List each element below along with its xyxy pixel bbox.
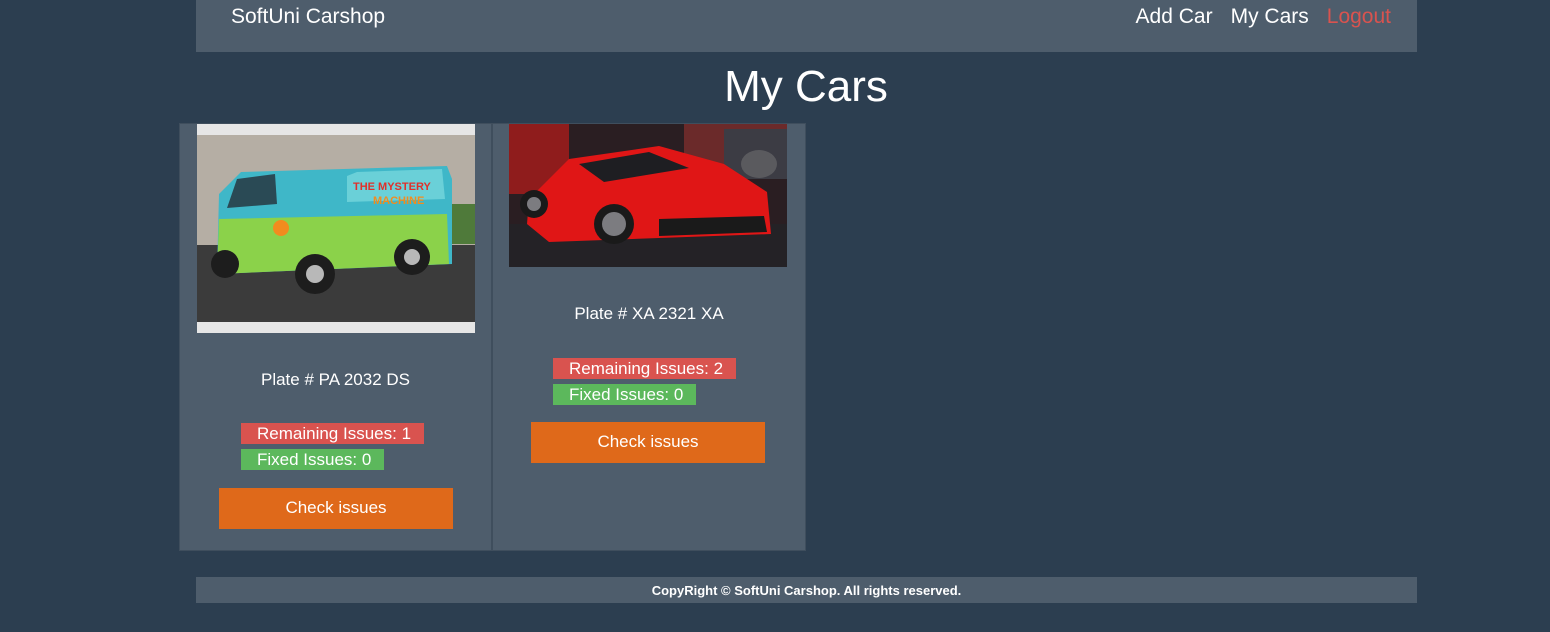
car-plate: Plate # XA 2321 XA xyxy=(574,304,724,323)
fixed-issues-badge: Fixed Issues: 0 xyxy=(241,449,384,470)
remaining-issues-badge: Remaining Issues: 1 xyxy=(241,423,424,444)
car-cards: THE MYSTERY MACHINE Plate # PA 2032 DS R… xyxy=(179,123,806,551)
nav-logout-link[interactable]: Logout xyxy=(1327,5,1391,29)
red-sportscar-photo-icon xyxy=(509,124,787,267)
nav-links: Add Car My Cars Logout xyxy=(1118,5,1391,29)
car-card: Plate # XA 2321 XA Remaining Issues: 2 F… xyxy=(492,123,806,551)
remaining-issues-badge: Remaining Issues: 2 xyxy=(553,358,736,379)
check-issues-button[interactable]: Check issues xyxy=(219,488,453,529)
navbar: SoftUni Carshop Add Car My Cars Logout xyxy=(196,0,1417,52)
nav-add-car-link[interactable]: Add Car xyxy=(1136,5,1213,29)
car-card: THE MYSTERY MACHINE Plate # PA 2032 DS R… xyxy=(179,123,492,551)
fixed-issues-badge: Fixed Issues: 0 xyxy=(553,384,696,405)
footer: CopyRight © SoftUni Carshop. All rights … xyxy=(196,577,1417,603)
page-title: My Cars xyxy=(724,62,888,111)
nav-my-cars-link[interactable]: My Cars xyxy=(1231,5,1309,29)
svg-text:MACHINE: MACHINE xyxy=(373,195,424,207)
brand-link[interactable]: SoftUni Carshop xyxy=(231,5,385,29)
svg-text:THE MYSTERY: THE MYSTERY xyxy=(353,181,431,193)
car-plate: Plate # PA 2032 DS xyxy=(260,370,410,389)
van-photo-icon: THE MYSTERY MACHINE xyxy=(197,124,475,333)
check-issues-button[interactable]: Check issues xyxy=(531,422,765,463)
